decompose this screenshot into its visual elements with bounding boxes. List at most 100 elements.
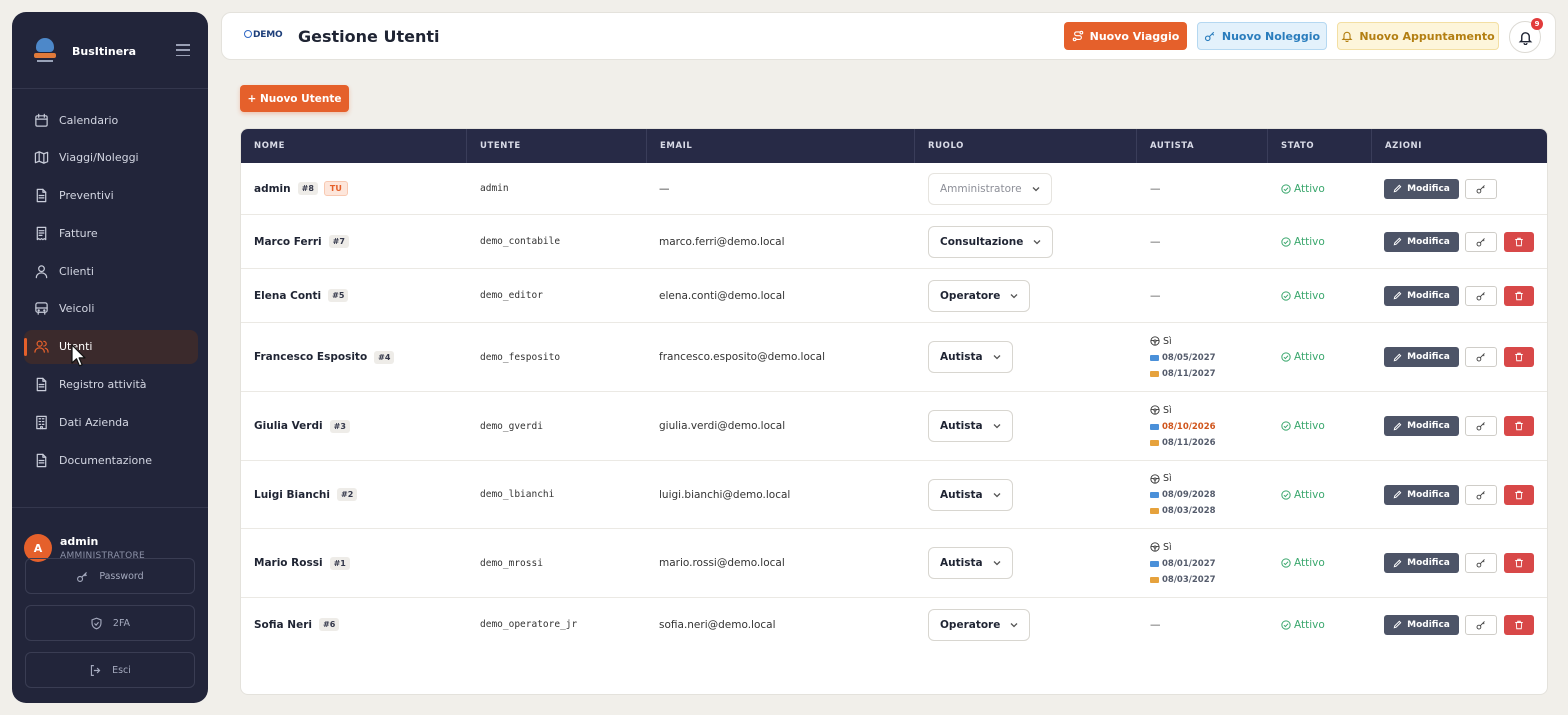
key-icon — [77, 571, 88, 582]
role-select[interactable]: Autista — [928, 478, 1013, 511]
delete-button[interactable] — [1504, 416, 1534, 436]
role-select[interactable]: Operatore — [928, 279, 1031, 312]
delete-button[interactable] — [1504, 484, 1534, 505]
user-id-tag: #4 — [374, 350, 395, 364]
role-select[interactable]: Operatore — [928, 608, 1031, 641]
edit-label: Modifica — [1407, 183, 1450, 194]
row-actions: Modifica — [1384, 461, 1534, 528]
driver-flag: Sì — [1150, 405, 1172, 416]
edit-button[interactable]: Modifica — [1384, 231, 1459, 252]
edit-button[interactable]: Modifica — [1384, 347, 1459, 367]
column-header-stato: STATO — [1268, 129, 1372, 163]
brand[interactable]: BusItinera — [34, 36, 194, 66]
user-icon — [35, 264, 48, 278]
driver-cell: — — [1150, 598, 1161, 651]
reset-password-button[interactable] — [1465, 553, 1497, 573]
sidebar-item-documentazione[interactable]: Documentazione — [24, 443, 198, 477]
logout-button[interactable]: Esci — [25, 652, 195, 688]
page-title: Gestione Utenti — [298, 27, 440, 46]
sidebar-item-label: Clienti — [59, 264, 94, 278]
user-fullname-cell: Giulia Verdi #3 — [254, 392, 350, 460]
user-email: sofia.neri@demo.local — [659, 618, 776, 631]
sidebar-item-dati-azienda[interactable]: Dati Azienda — [24, 405, 198, 439]
role-cell: Autista — [928, 461, 1013, 528]
key-icon — [1476, 184, 1485, 193]
edit-button[interactable]: Modifica — [1384, 285, 1459, 306]
reset-password-button[interactable] — [1465, 285, 1497, 306]
user-email: elena.conti@demo.local — [659, 289, 786, 302]
password-button[interactable]: Password — [25, 558, 195, 594]
user-id-tag: #5 — [328, 289, 349, 302]
sidebar-item-clienti[interactable]: Clienti — [24, 254, 198, 288]
new-user-button[interactable]: + Nuovo Utente — [240, 85, 349, 112]
role-select[interactable]: Autista — [928, 410, 1013, 442]
edit-button[interactable]: Modifica — [1384, 553, 1459, 573]
reset-password-button[interactable] — [1465, 347, 1497, 367]
sidebar-item-preventivi[interactable]: Preventivi — [24, 179, 198, 213]
row-actions: Modifica — [1384, 598, 1534, 651]
role-select[interactable]: Autista — [928, 547, 1013, 579]
role-cell: Autista — [928, 323, 1013, 391]
sidebar-item-registro-attivit[interactable]: Registro attività — [24, 368, 198, 402]
new-appointment-button[interactable]: Nuovo Appuntamento — [1337, 22, 1499, 50]
delete-button[interactable] — [1504, 347, 1534, 367]
delete-button[interactable] — [1504, 553, 1534, 573]
driver-flag-label: Sì — [1163, 335, 1172, 347]
row-actions: Modifica — [1384, 215, 1534, 268]
edit-label: Modifica — [1407, 236, 1450, 247]
chevron-down-icon — [993, 355, 1001, 360]
status-badge: Attivo — [1281, 269, 1325, 322]
table-row: Francesco Esposito #4 demo_fesposito france… — [241, 323, 1547, 392]
key-icon — [1476, 353, 1485, 362]
reset-password-button[interactable] — [1465, 231, 1497, 252]
driver-cell: Sì 08/05/2027 08/11/2027 — [1150, 323, 1216, 391]
sidebar-item-fatture[interactable]: Fatture — [24, 216, 198, 250]
trash-icon — [1515, 558, 1523, 568]
column-header-email: EMAIL — [647, 129, 915, 163]
new-rental-button[interactable]: Nuovo Noleggio — [1197, 22, 1327, 50]
cqc-card-icon — [1150, 439, 1159, 446]
sidebar-item-calendario[interactable]: Calendario — [24, 103, 198, 137]
current-user-badge: TU — [323, 181, 348, 196]
logout-label: Esci — [112, 664, 131, 676]
role-cell: Operatore — [928, 269, 1031, 322]
new-trip-button[interactable]: Nuovo Viaggio — [1064, 22, 1187, 50]
sidebar-item-viaggi-noleggi[interactable]: Viaggi/Noleggi — [24, 141, 198, 175]
twofa-button[interactable]: 2FA — [25, 605, 195, 641]
reset-password-button[interactable] — [1465, 614, 1497, 635]
reset-password-button[interactable] — [1465, 484, 1497, 505]
check-circle-icon — [1281, 352, 1291, 362]
status-label: Attivo — [1294, 557, 1325, 569]
username: admin — [480, 183, 509, 194]
password-label: Password — [99, 570, 144, 582]
menu-toggle-icon[interactable] — [176, 44, 190, 56]
table-header: NOME UTENTE EMAIL RUOLO AUTISTA STATO AZIONI — [241, 129, 1547, 163]
delete-button[interactable] — [1504, 614, 1534, 635]
role-select[interactable]: Consultazione — [928, 225, 1054, 258]
license-card-icon — [1150, 423, 1159, 430]
bell-icon — [1518, 31, 1532, 45]
delete-button[interactable] — [1504, 231, 1534, 252]
sidebar-item-label: Documentazione — [59, 453, 153, 467]
cqc-expiry: 08/03/2027 — [1150, 575, 1216, 585]
sidebar-item-utenti[interactable]: Utenti — [24, 329, 198, 364]
edit-button[interactable]: Modifica — [1384, 614, 1459, 635]
trash-icon — [1515, 237, 1523, 246]
column-header-azioni: AZIONI — [1385, 141, 1423, 151]
reset-password-button[interactable] — [1465, 178, 1497, 199]
reset-password-button[interactable] — [1465, 416, 1497, 436]
sidebar-item-label: Veicoli — [59, 302, 95, 316]
status-badge: Attivo — [1281, 529, 1325, 597]
edit-button[interactable]: Modifica — [1384, 178, 1459, 199]
status-label: Attivo — [1294, 488, 1325, 501]
sidebar-item-veicoli[interactable]: Veicoli — [24, 292, 198, 326]
user-email: francesco.esposito@demo.local — [659, 351, 826, 363]
status-label: Attivo — [1294, 289, 1325, 302]
table-row: Giulia Verdi #3 demo_gverdi giulia.verdi@de… — [241, 392, 1547, 461]
edit-button[interactable]: Modifica — [1384, 484, 1459, 505]
role-select[interactable]: Autista — [928, 341, 1013, 373]
sidebar-item-label: Dati Azienda — [59, 415, 129, 429]
edit-button[interactable]: Modifica — [1384, 416, 1459, 436]
trash-icon — [1515, 490, 1523, 499]
delete-button[interactable] — [1504, 285, 1534, 306]
